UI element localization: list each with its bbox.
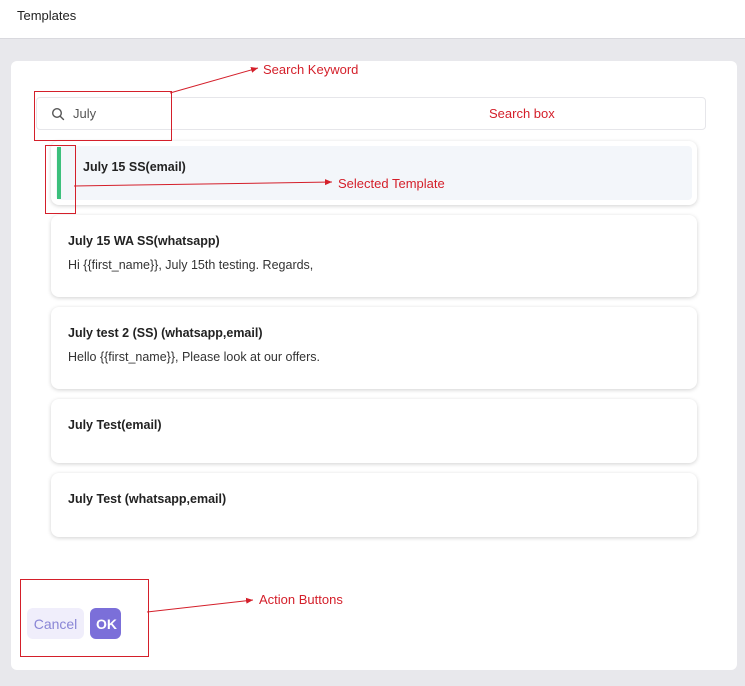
- arrow-search-keyword: [169, 67, 259, 94]
- annotation-arrows: [73, 67, 333, 613]
- annotation-label-search-keyword: Search Keyword: [263, 62, 359, 77]
- arrow-selected-template: [73, 179, 333, 187]
- annotation-label-selected-template: Selected Template: [338, 176, 445, 191]
- annotation-label-search-box: Search box: [489, 106, 555, 121]
- annotation-label-action-buttons: Action Buttons: [259, 592, 343, 607]
- arrow-action-buttons: [146, 597, 254, 613]
